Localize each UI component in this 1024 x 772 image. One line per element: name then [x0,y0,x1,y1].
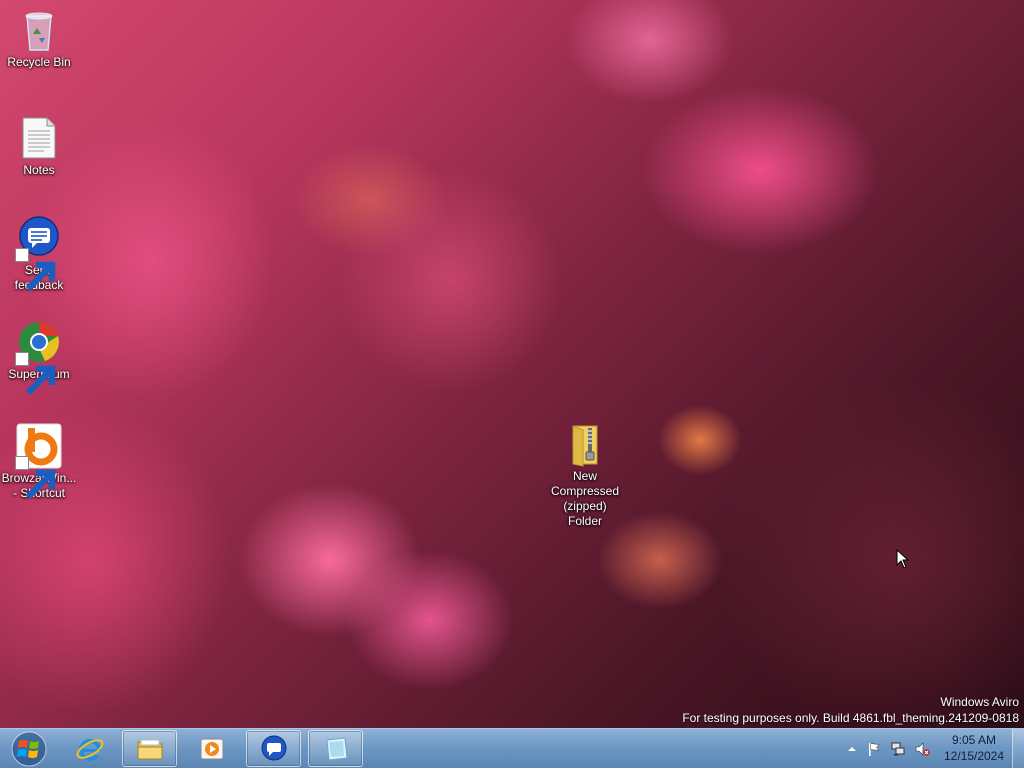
desktop-icon-send-feedback[interactable]: Send feedback [0,214,78,293]
taskbar: 9:05 AM 12/15/2024 [0,728,1024,768]
desktop-icon-zipped-folder[interactable]: New Compressed (zipped) Folder [546,420,624,529]
zipped-folder-icon [561,420,609,468]
start-button[interactable] [6,730,52,768]
action-center-flag-icon[interactable] [866,741,882,757]
desktop-icon-label: Notes [23,163,55,177]
supermium-browser-icon [15,318,63,396]
taskbar-button-feedback[interactable] [246,730,301,767]
volume-muted-icon[interactable] [914,741,930,757]
file-explorer-icon [137,739,162,759]
desktop-icon-notes[interactable]: Notes [0,114,78,178]
desktop[interactable]: Recycle Bin Notes Send feedback Supermiu… [0,0,1024,728]
desktop-icon-browzar-shortcut[interactable]: BrowzarWin... - Shortcut [0,422,78,501]
feedback-icon [261,735,286,760]
windows-logo-icon [11,731,47,767]
internet-explorer-icon [76,738,103,761]
system-clock[interactable]: 9:05 AM 12/15/2024 [936,732,1012,764]
watermark-build: For testing purposes only. Build 4861.fb… [682,711,1019,725]
network-icon[interactable] [890,741,906,757]
text-document-icon [15,114,63,162]
browzar-icon [15,422,63,500]
taskbar-button-internet-explorer[interactable] [62,730,117,767]
desktop-icon-supermium[interactable]: Supermium [0,318,78,396]
notes-app-icon [325,736,348,761]
taskbar-button-notes-app[interactable] [308,730,363,767]
mouse-pointer-icon [896,549,910,569]
shortcut-arrow-icon [15,248,56,292]
clock-time: 9:05 AM [951,733,997,747]
show-desktop-button[interactable] [1012,729,1024,768]
watermark-edition: Windows Aviro [940,695,1019,709]
desktop-icon-label: Recycle Bin [7,55,71,69]
build-watermark: Windows Aviro For testing purposes only.… [682,694,1019,726]
desktop-icon-label: New Compressed (zipped) Folder [550,469,620,528]
taskbar-button-file-explorer[interactable] [122,730,177,767]
desktop-icon-recycle-bin[interactable]: Recycle Bin [0,6,78,70]
taskbar-button-media-player[interactable] [184,730,239,767]
recycle-bin-icon [15,6,63,54]
clock-date: 12/15/2024 [943,749,1005,763]
show-hidden-icons-icon[interactable] [844,741,860,757]
shortcut-arrow-icon [15,352,56,396]
feedback-icon [15,214,63,292]
shortcut-arrow-icon [15,456,56,500]
media-player-icon [200,738,223,759]
